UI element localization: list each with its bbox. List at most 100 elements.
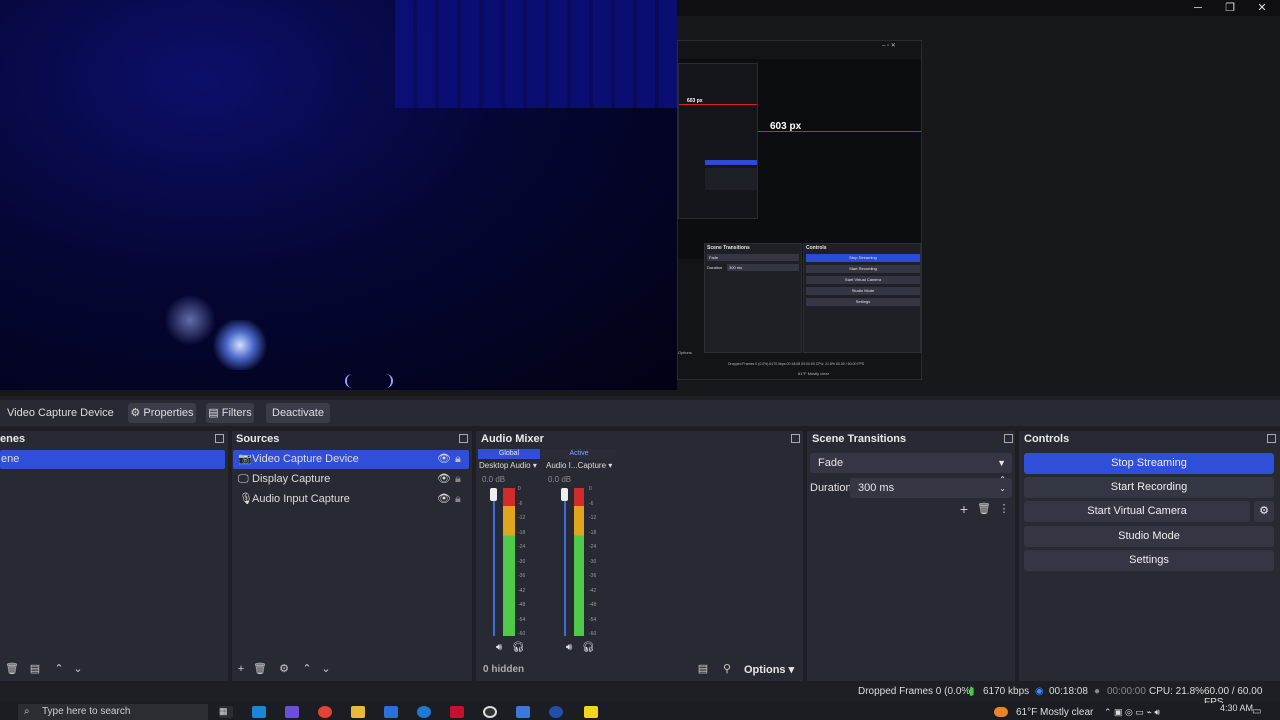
minimize-icon: ─ (1194, 2, 1202, 14)
headphones-icon[interactable]: 🎧︎ (582, 642, 595, 653)
start-virtual-camera-button[interactable]: Start Virtual Camera (1024, 501, 1250, 522)
dropped-frames: Dropped Frames 0 (0.0%) (858, 686, 974, 697)
source-item-audio-input[interactable]: 🎙 Audio Input Capture 👁 🔒︎ (233, 490, 469, 509)
copilot-icon[interactable] (285, 706, 299, 718)
undock-icon[interactable] (459, 434, 468, 443)
move-up-icon[interactable]: ⌃ (300, 662, 314, 676)
search-icon: ⌕ (24, 706, 30, 717)
source-item-display-capture[interactable]: 🖵 Display Capture 👁 🔒︎ (233, 470, 469, 489)
transition-select[interactable]: Fade ▼ (810, 453, 1012, 473)
meter-tick: -54 (518, 616, 526, 623)
gear-icon[interactable]: ⚙ (277, 662, 291, 676)
eye-icon[interactable]: 👁 (437, 490, 451, 509)
scenes-title: enes (0, 433, 26, 445)
mini-controls-title: Controls (806, 245, 827, 251)
undock-icon[interactable] (1267, 434, 1276, 443)
maximize-button[interactable]: ❐ (1215, 1, 1245, 15)
volume-slider[interactable] (564, 490, 566, 636)
filters-button[interactable]: ▤ Filters (206, 403, 254, 423)
maximize-icon: ❐ (1225, 2, 1235, 14)
lock-icon[interactable]: 🔒︎ (455, 450, 461, 469)
layout-icon[interactable]: ▤ (696, 662, 710, 676)
file-explorer-icon[interactable] (351, 706, 365, 718)
mail-icon[interactable] (417, 706, 431, 718)
duration-input[interactable]: 300 ms ⌃ ⌄ (850, 475, 1012, 498)
app-icon[interactable] (516, 706, 530, 718)
undock-icon[interactable] (791, 434, 800, 443)
eye-icon[interactable]: 👁 (437, 470, 451, 489)
close-button[interactable]: ✕ (1247, 1, 1277, 15)
volume-slider-handle[interactable] (561, 488, 568, 501)
gear-icon: ⚙ (1259, 505, 1269, 517)
store-icon[interactable] (384, 706, 398, 718)
more-icon[interactable]: ⋮ (997, 502, 1011, 516)
meter-tick: 0 (518, 486, 521, 492)
minimize-button[interactable]: ─ (1183, 1, 1213, 15)
tray-icons[interactable]: ⌃ ▣ ◎ ▭ ⌁ 🔊︎ (1104, 707, 1160, 718)
trash-icon[interactable]: 🗑 (5, 662, 19, 676)
mini-selected-row (705, 160, 757, 165)
start-recording-button[interactable]: Start Recording (1024, 477, 1274, 498)
scene-item[interactable]: ene (0, 450, 225, 469)
move-down-icon[interactable]: ⌄ (71, 662, 85, 676)
lock-icon[interactable]: 🔒︎ (455, 490, 461, 509)
meter-tick: -30 (518, 558, 526, 565)
mini-list (705, 168, 757, 190)
app-icon[interactable] (450, 706, 464, 718)
mini-transitions-title: Scene Transitions (707, 245, 750, 251)
clock[interactable]: 4:30 AM (1220, 703, 1253, 713)
undock-icon[interactable] (1004, 434, 1013, 443)
chrome-icon[interactable] (318, 706, 332, 718)
small-measure-label: 603 px (687, 98, 703, 104)
tab-active[interactable]: Active (542, 449, 616, 459)
add-icon[interactable]: + (957, 502, 971, 516)
tab-global[interactable]: Global (478, 449, 540, 459)
mini-start-virtual-camera: Start Virtual Camera (806, 276, 920, 284)
properties-button[interactable]: ⚙ Properties (128, 403, 196, 423)
lock-icon[interactable]: 🔒︎ (455, 470, 461, 489)
studio-mode-button[interactable]: Studio Mode (1024, 526, 1274, 547)
stop-streaming-button[interactable]: Stop Streaming (1024, 453, 1274, 474)
properties-label: Properties (143, 407, 194, 419)
light-glow (210, 320, 270, 370)
app-icon[interactable] (549, 706, 563, 718)
filters-label: Filters (221, 407, 252, 419)
volume-meter (503, 488, 515, 636)
source-label: Display Capture (252, 473, 331, 485)
virtual-camera-settings-button[interactable]: ⚙ (1254, 501, 1274, 522)
weather-text[interactable]: 61°F Mostly clear (1016, 707, 1093, 718)
link-icon[interactable]: ⚲ (720, 662, 734, 676)
speaker-icon[interactable]: 🔊︎ (566, 642, 572, 653)
move-up-icon[interactable]: ⌃ (52, 662, 66, 676)
duration-label: Duration (810, 482, 852, 494)
deactivate-button[interactable]: Deactivate (266, 403, 330, 423)
add-icon[interactable]: + (234, 662, 248, 676)
trash-icon[interactable]: 🗑 (977, 502, 991, 516)
source-item-video-capture[interactable]: 📷 Video Capture Device 👁 🔒︎ (233, 450, 469, 469)
sticky-notes-icon[interactable] (584, 706, 598, 718)
signal-icon: ▮ (969, 686, 975, 697)
taskbar-search[interactable]: ⌕ Type here to search (18, 704, 208, 720)
task-view-icon[interactable]: ▦ (219, 706, 233, 718)
settings-button[interactable]: Settings (1024, 550, 1274, 571)
meter-tick: -24 (589, 544, 597, 550)
mini-options: Options (678, 350, 692, 355)
trash-icon[interactable]: 🗑 (253, 662, 267, 676)
meter-scale: 0 -6 -12 -18 -24 -30 -36 -42 -48 -54 -60 (589, 486, 601, 638)
stepper-icon[interactable]: ⌃ ⌄ (999, 475, 1006, 493)
filter-icon[interactable]: ▤ (28, 662, 42, 676)
hidden-count[interactable]: 0 hidden (483, 664, 524, 675)
mixer-options-button[interactable]: Options ▾ (744, 663, 794, 676)
obs-icon[interactable] (483, 706, 497, 718)
speaker-icon[interactable]: 🔊︎ (496, 642, 502, 653)
headphones-icon[interactable]: 🎧︎ (512, 642, 525, 653)
eye-icon[interactable]: 👁 (437, 450, 451, 469)
move-down-icon[interactable]: ⌄ (319, 662, 333, 676)
video-capture-preview[interactable] (0, 0, 677, 390)
edge-icon[interactable] (252, 706, 266, 718)
notification-icon[interactable]: ▭ (1252, 706, 1261, 717)
volume-slider-handle[interactable] (490, 488, 497, 501)
undock-icon[interactable] (215, 434, 224, 443)
meter-tick: -12 (518, 515, 526, 521)
volume-slider[interactable] (493, 490, 495, 636)
